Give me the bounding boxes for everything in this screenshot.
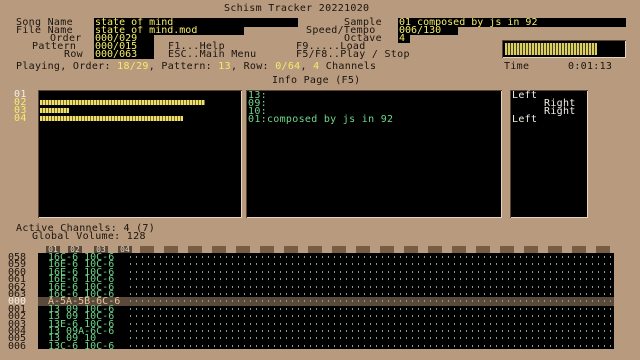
info-page-title: Info Page (F5) <box>272 75 361 86</box>
schism-tracker-window: Schism Tracker 20221020 Song Name File N… <box>0 0 640 360</box>
help-esc: ESC..Main Menu <box>168 49 257 60</box>
pattern-row-empty-cells <box>130 256 614 258</box>
channel-tab-empty <box>404 246 418 253</box>
sample-list-item: 01:composed by js in 92 <box>248 114 394 125</box>
time-label: Time <box>504 61 530 72</box>
octave-label: Octave <box>344 33 382 44</box>
channel-meter-03 <box>40 108 69 113</box>
status-row-label: , Row: <box>230 61 276 72</box>
vu-meter <box>502 40 626 58</box>
pattern-row-empty-cells <box>130 285 614 288</box>
pattern-row-number: 006 <box>8 340 27 352</box>
pattern-row-empty-cells <box>130 337 614 340</box>
channel-tab-empty <box>476 246 490 253</box>
channel-meter-04 <box>40 116 183 121</box>
sample-list-panel[interactable]: 13: 09: 10: 01:composed by js in 92 <box>246 90 502 218</box>
channel-tab-empty <box>284 246 298 253</box>
pattern-row-empty-cells <box>130 293 614 295</box>
channel-tab-empty <box>236 246 250 253</box>
channel-tab-empty <box>524 246 538 253</box>
pattern-editor[interactable]: 16C-6 10C-6 16E-6 10C-6 16E-6 10C-6 16E-6 1… <box>38 253 614 349</box>
channel-tab-empty <box>332 246 346 253</box>
channel-meters-panel <box>38 90 242 218</box>
status-order: 18/29 <box>117 61 149 72</box>
time-value: 0:01:13 <box>568 61 613 72</box>
channel-tab-empty <box>188 246 202 253</box>
pattern-row-empty-cells <box>130 344 614 347</box>
row-label: Row <box>64 49 83 60</box>
channel-tab-empty <box>308 246 322 253</box>
channel-tab-empty <box>380 246 394 253</box>
status-pattern-label: , Pattern: <box>148 61 219 72</box>
pattern-row-empty-cells <box>130 270 614 273</box>
channel-tab-empty <box>140 246 154 253</box>
channel-tab-empty <box>212 246 226 253</box>
pattern-row-empty-cells <box>130 307 614 310</box>
pattern-row-empty-cells <box>130 278 614 281</box>
vu-meter-level <box>505 43 597 55</box>
status-sep: , <box>300 61 314 72</box>
status-line: Playing, Order: 18/29, Pattern: 13, Row:… <box>16 62 376 72</box>
channel-tab-empty <box>572 246 586 253</box>
channel-tab-empty <box>452 246 466 253</box>
panning-03: Right <box>544 106 576 117</box>
channel-tab-empty <box>548 246 562 253</box>
channel-tab-empty <box>260 246 274 253</box>
channel-tab-02[interactable]: 02 <box>68 246 82 254</box>
channel-meter-02 <box>40 100 205 105</box>
pattern-row-notes: 13C-6 10C-6 <box>48 340 115 349</box>
pattern-row[interactable]: 13C-6 10C-6 <box>38 340 614 349</box>
channel-tab-empty <box>428 246 442 253</box>
pattern-row-empty-cells <box>130 315 614 318</box>
pattern-row-empty-cells <box>130 263 614 266</box>
octave-field[interactable]: 4 <box>398 34 410 43</box>
panning-01: Left <box>512 90 538 101</box>
status-row: 0/64 <box>275 61 301 72</box>
status-pattern: 13 <box>218 61 231 72</box>
help-f5: F5/F8..Play / Stop <box>296 49 410 60</box>
panning-panel: Left Right Right Left <box>510 90 588 218</box>
global-volume: Global Volume: 128 <box>32 231 146 242</box>
channel-tab-empty <box>164 246 178 253</box>
channel-tab-empty <box>596 246 610 253</box>
channel-number-04: 04 <box>14 113 27 124</box>
status-prefix: Playing, Order: <box>16 61 118 72</box>
pattern-row-empty-cells <box>130 330 614 332</box>
pattern-row-empty-cells <box>130 322 614 325</box>
channel-tab-empty <box>500 246 514 253</box>
channel-tab-04[interactable]: 04 <box>118 246 132 254</box>
channel-tab-03[interactable]: 03 <box>94 246 108 254</box>
panning-04: Left <box>512 114 538 125</box>
channel-tab-01[interactable]: 01 <box>46 246 60 254</box>
row-field[interactable]: 000/063 <box>94 50 154 59</box>
channel-tab-empty <box>356 246 370 253</box>
pattern-row-empty-cells <box>130 300 614 303</box>
app-title: Schism Tracker 20221020 <box>224 3 370 14</box>
status-channels-label: Channels <box>319 61 377 72</box>
